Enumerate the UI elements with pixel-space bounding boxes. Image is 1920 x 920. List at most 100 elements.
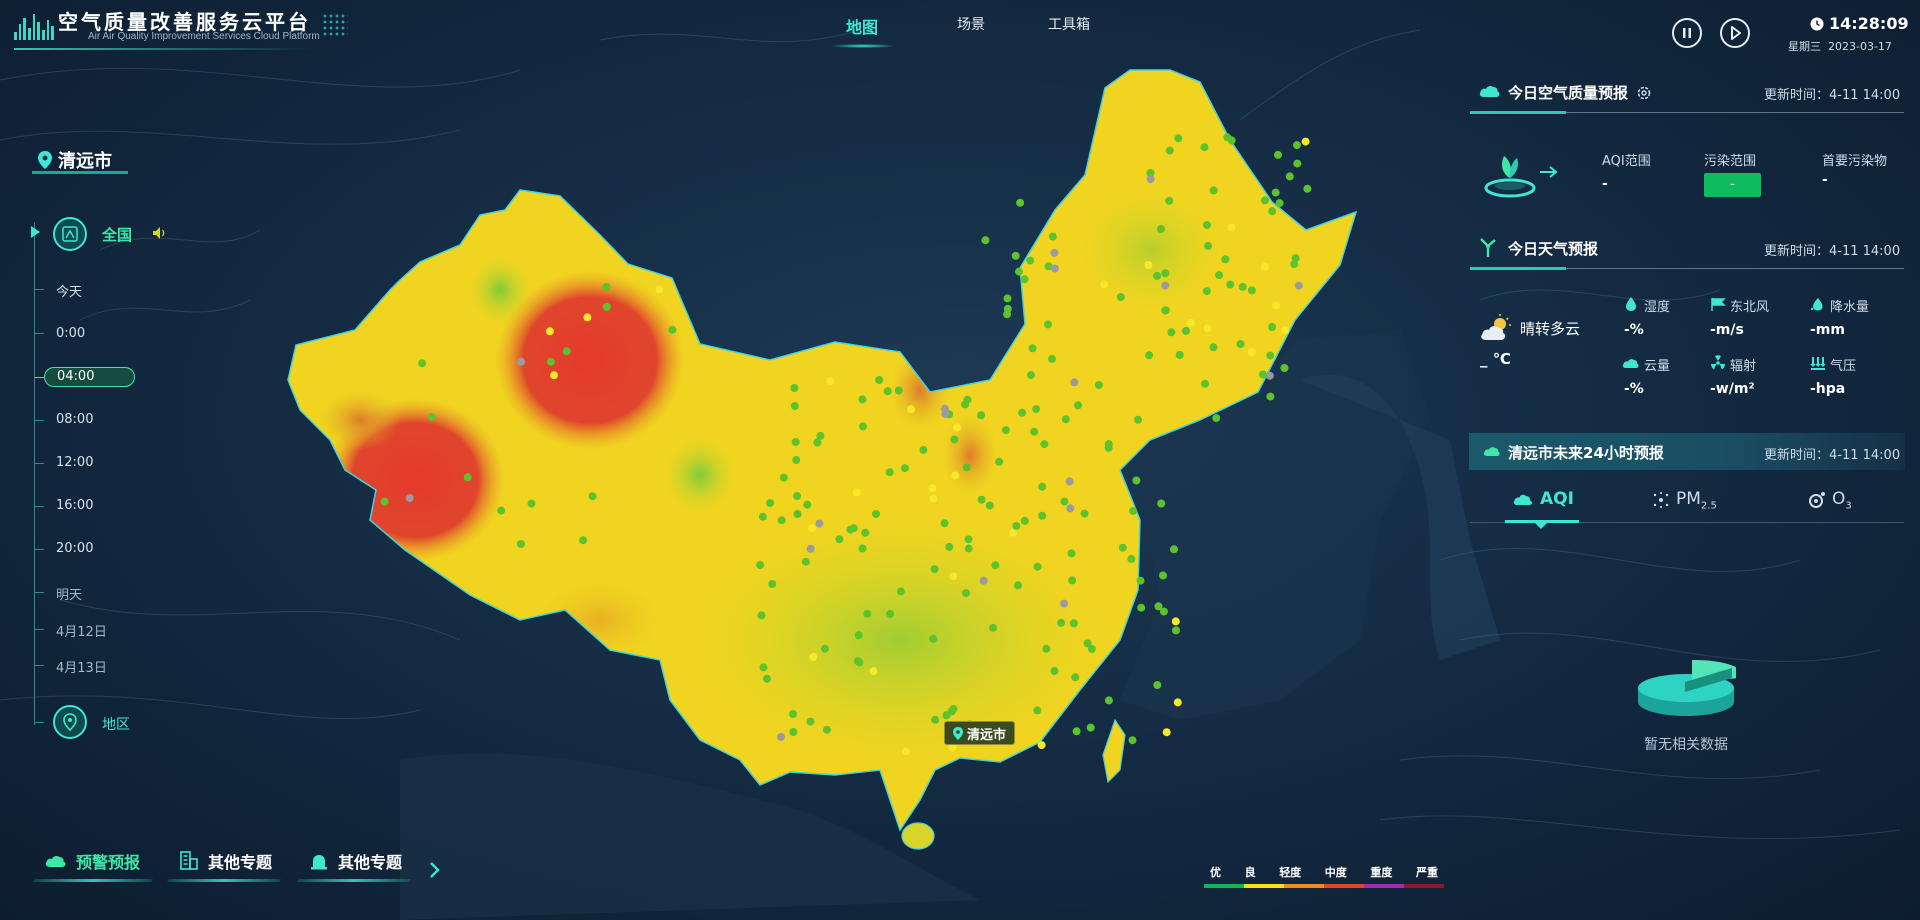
monitoring-station-dot[interactable] bbox=[1162, 728, 1171, 737]
monitoring-station-dot[interactable] bbox=[1294, 281, 1303, 290]
monitoring-station-dot[interactable] bbox=[758, 512, 767, 521]
monitoring-station-dot[interactable] bbox=[863, 609, 872, 618]
monitoring-station-dot[interactable] bbox=[853, 657, 862, 666]
monitoring-station-dot[interactable] bbox=[1171, 617, 1180, 626]
monitoring-station-dot[interactable] bbox=[928, 484, 937, 493]
monitoring-station-dot[interactable] bbox=[1290, 260, 1299, 269]
monitoring-station-dot[interactable] bbox=[894, 386, 903, 395]
monitoring-station-dot[interactable] bbox=[801, 557, 810, 566]
monitoring-station-dot[interactable] bbox=[497, 506, 506, 515]
monitoring-station-dot[interactable] bbox=[1067, 549, 1076, 558]
warning-forecast-button[interactable]: 预警预报 bbox=[33, 844, 153, 882]
tab-aqi[interactable]: AQI bbox=[1512, 489, 1574, 509]
monitoring-station-dot[interactable] bbox=[1020, 516, 1029, 525]
monitoring-station-dot[interactable] bbox=[1050, 248, 1059, 257]
monitoring-station-dot[interactable] bbox=[1060, 599, 1069, 608]
monitoring-station-dot[interactable] bbox=[1132, 476, 1141, 485]
monitoring-station-dot[interactable] bbox=[1104, 696, 1113, 705]
monitoring-station-dot[interactable] bbox=[1048, 354, 1056, 363]
monitoring-station-dot[interactable] bbox=[1285, 172, 1294, 181]
monitoring-station-dot[interactable] bbox=[1003, 294, 1012, 303]
monitoring-station-dot[interactable] bbox=[991, 561, 1000, 570]
monitoring-station-dot[interactable] bbox=[1003, 304, 1012, 313]
monitoring-station-dot[interactable] bbox=[1161, 269, 1170, 278]
monitoring-station-dot[interactable] bbox=[1015, 267, 1023, 276]
monitoring-station-dot[interactable] bbox=[793, 492, 802, 500]
monitoring-station-dot[interactable] bbox=[1247, 348, 1256, 356]
monitoring-station-dot[interactable] bbox=[1268, 207, 1277, 216]
monitoring-station-dot[interactable] bbox=[1266, 351, 1275, 360]
monitoring-station-dot[interactable] bbox=[550, 371, 558, 380]
monitoring-station-dot[interactable] bbox=[929, 494, 938, 503]
monitoring-station-dot[interactable] bbox=[1170, 545, 1178, 554]
monitoring-station-dot[interactable] bbox=[1061, 415, 1070, 424]
monitoring-station-dot[interactable] bbox=[1145, 351, 1154, 360]
monitoring-station-dot[interactable] bbox=[1272, 301, 1281, 310]
monitoring-station-dot[interactable] bbox=[1033, 562, 1042, 571]
monitoring-station-dot[interactable] bbox=[816, 431, 825, 440]
monitoring-station-dot[interactable] bbox=[1200, 143, 1209, 152]
monitoring-station-dot[interactable] bbox=[1266, 392, 1275, 401]
monitoring-station-dot[interactable] bbox=[588, 492, 597, 501]
monitoring-station-dot[interactable] bbox=[1293, 159, 1302, 168]
monitoring-station-dot[interactable] bbox=[962, 463, 971, 472]
monitoring-station-dot[interactable] bbox=[1157, 225, 1165, 233]
monitoring-station-dot[interactable] bbox=[977, 411, 986, 420]
monitoring-station-dot[interactable] bbox=[1127, 554, 1136, 563]
monitoring-station-dot[interactable] bbox=[953, 423, 961, 432]
monitoring-station-dot[interactable] bbox=[583, 313, 592, 322]
timeline-item-0000[interactable]: 0:00 bbox=[56, 326, 85, 341]
monitoring-station-dot[interactable] bbox=[1209, 343, 1218, 352]
monitoring-station-dot[interactable] bbox=[763, 674, 771, 683]
monitoring-station-dot[interactable] bbox=[995, 457, 1004, 466]
monitoring-station-dot[interactable] bbox=[1068, 576, 1077, 585]
monitoring-station-dot[interactable] bbox=[951, 471, 960, 480]
monitoring-station-dot[interactable] bbox=[655, 285, 664, 294]
monitoring-station-dot[interactable] bbox=[1301, 137, 1310, 146]
monitoring-station-dot[interactable] bbox=[985, 501, 994, 510]
monitoring-station-dot[interactable] bbox=[940, 519, 949, 528]
tab-o3[interactable]: O3 bbox=[1808, 489, 1852, 511]
monitoring-station-dot[interactable] bbox=[820, 644, 829, 653]
monitoring-station-dot[interactable] bbox=[1038, 511, 1047, 520]
monitoring-station-dot[interactable] bbox=[1030, 427, 1039, 436]
monitoring-station-dot[interactable] bbox=[1027, 371, 1035, 380]
monitoring-station-dot[interactable] bbox=[1080, 509, 1089, 518]
timeline-item-0800[interactable]: 08:00 bbox=[56, 412, 93, 427]
nav-tab-toolbox[interactable]: 工具箱 bbox=[1048, 14, 1090, 34]
monitoring-station-dot[interactable] bbox=[964, 544, 973, 553]
monitoring-station-dot[interactable] bbox=[1086, 723, 1095, 732]
timeline-item-0400[interactable]: 04:00 bbox=[35, 367, 135, 387]
monitoring-station-dot[interactable] bbox=[1209, 186, 1218, 195]
monitoring-station-dot[interactable] bbox=[756, 561, 765, 570]
monitoring-station-dot[interactable] bbox=[1066, 504, 1075, 513]
monitoring-station-dot[interactable] bbox=[1293, 141, 1301, 150]
timeline-item-apr13[interactable]: 4月13日 bbox=[56, 657, 107, 676]
monitoring-station-dot[interactable] bbox=[962, 589, 970, 598]
monitoring-station-dot[interactable] bbox=[1072, 727, 1081, 736]
monitoring-station-dot[interactable] bbox=[869, 667, 878, 676]
timeline-item-apr12[interactable]: 4月12日 bbox=[56, 621, 107, 640]
monitoring-station-dot[interactable] bbox=[1215, 271, 1224, 280]
monitoring-station-dot[interactable] bbox=[1260, 262, 1269, 271]
monitoring-station-dot[interactable] bbox=[1261, 196, 1269, 205]
monitoring-station-dot[interactable] bbox=[1274, 150, 1282, 159]
monitoring-station-dot[interactable] bbox=[961, 400, 970, 409]
monitoring-station-dot[interactable] bbox=[1258, 370, 1267, 379]
monitoring-station-dot[interactable] bbox=[854, 631, 863, 640]
monitoring-station-dot[interactable] bbox=[861, 528, 870, 537]
national-label[interactable]: 全国 bbox=[102, 224, 132, 245]
monitoring-station-dot[interactable] bbox=[1201, 379, 1210, 388]
monitoring-station-dot[interactable] bbox=[1129, 506, 1138, 515]
monitoring-station-dot[interactable] bbox=[1247, 286, 1256, 295]
monitoring-station-dot[interactable] bbox=[1040, 440, 1049, 449]
monitoring-station-dot[interactable] bbox=[950, 435, 959, 444]
monitoring-station-dot[interactable] bbox=[1018, 408, 1027, 417]
monitoring-station-dot[interactable] bbox=[835, 535, 844, 544]
monitoring-station-dot[interactable] bbox=[1048, 232, 1057, 241]
monitoring-station-dot[interactable] bbox=[545, 327, 554, 336]
monitoring-station-dot[interactable] bbox=[852, 488, 861, 497]
monitoring-station-dot[interactable] bbox=[1014, 581, 1022, 590]
nav-tab-scene[interactable]: 场景 bbox=[957, 14, 985, 34]
monitoring-station-dot[interactable] bbox=[1173, 698, 1182, 707]
